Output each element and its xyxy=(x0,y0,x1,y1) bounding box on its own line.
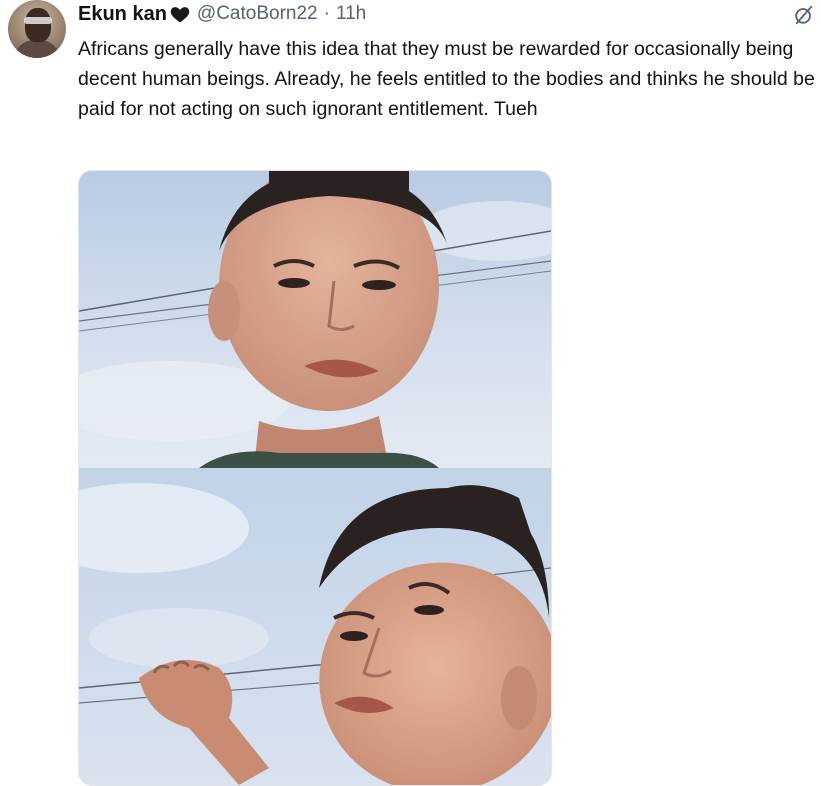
tweet-media[interactable] xyxy=(78,170,552,786)
author-name[interactable]: Ekun kan xyxy=(78,3,167,26)
author-avatar[interactable] xyxy=(8,0,66,58)
tweet[interactable]: Ekun kan @CatoBorn22 · 11h Africans gene… xyxy=(0,0,821,786)
tweet-text: Africans generally have this idea that t… xyxy=(78,38,815,120)
author-handle[interactable]: @CatoBorn22 xyxy=(197,3,318,25)
avatar-face xyxy=(25,8,51,42)
header-separator: · xyxy=(323,3,330,24)
avatar-shirt xyxy=(14,40,60,58)
grok-icon[interactable] xyxy=(793,4,815,26)
tweet-header: Ekun kan @CatoBorn22 · 11h xyxy=(78,2,366,26)
meme-panel-bottom[interactable] xyxy=(79,468,551,785)
black-heart-icon xyxy=(170,7,190,23)
avatar-glasses xyxy=(24,17,52,24)
tweet-timestamp[interactable]: 11h xyxy=(336,3,366,25)
meme-panel-top[interactable] xyxy=(79,171,551,468)
